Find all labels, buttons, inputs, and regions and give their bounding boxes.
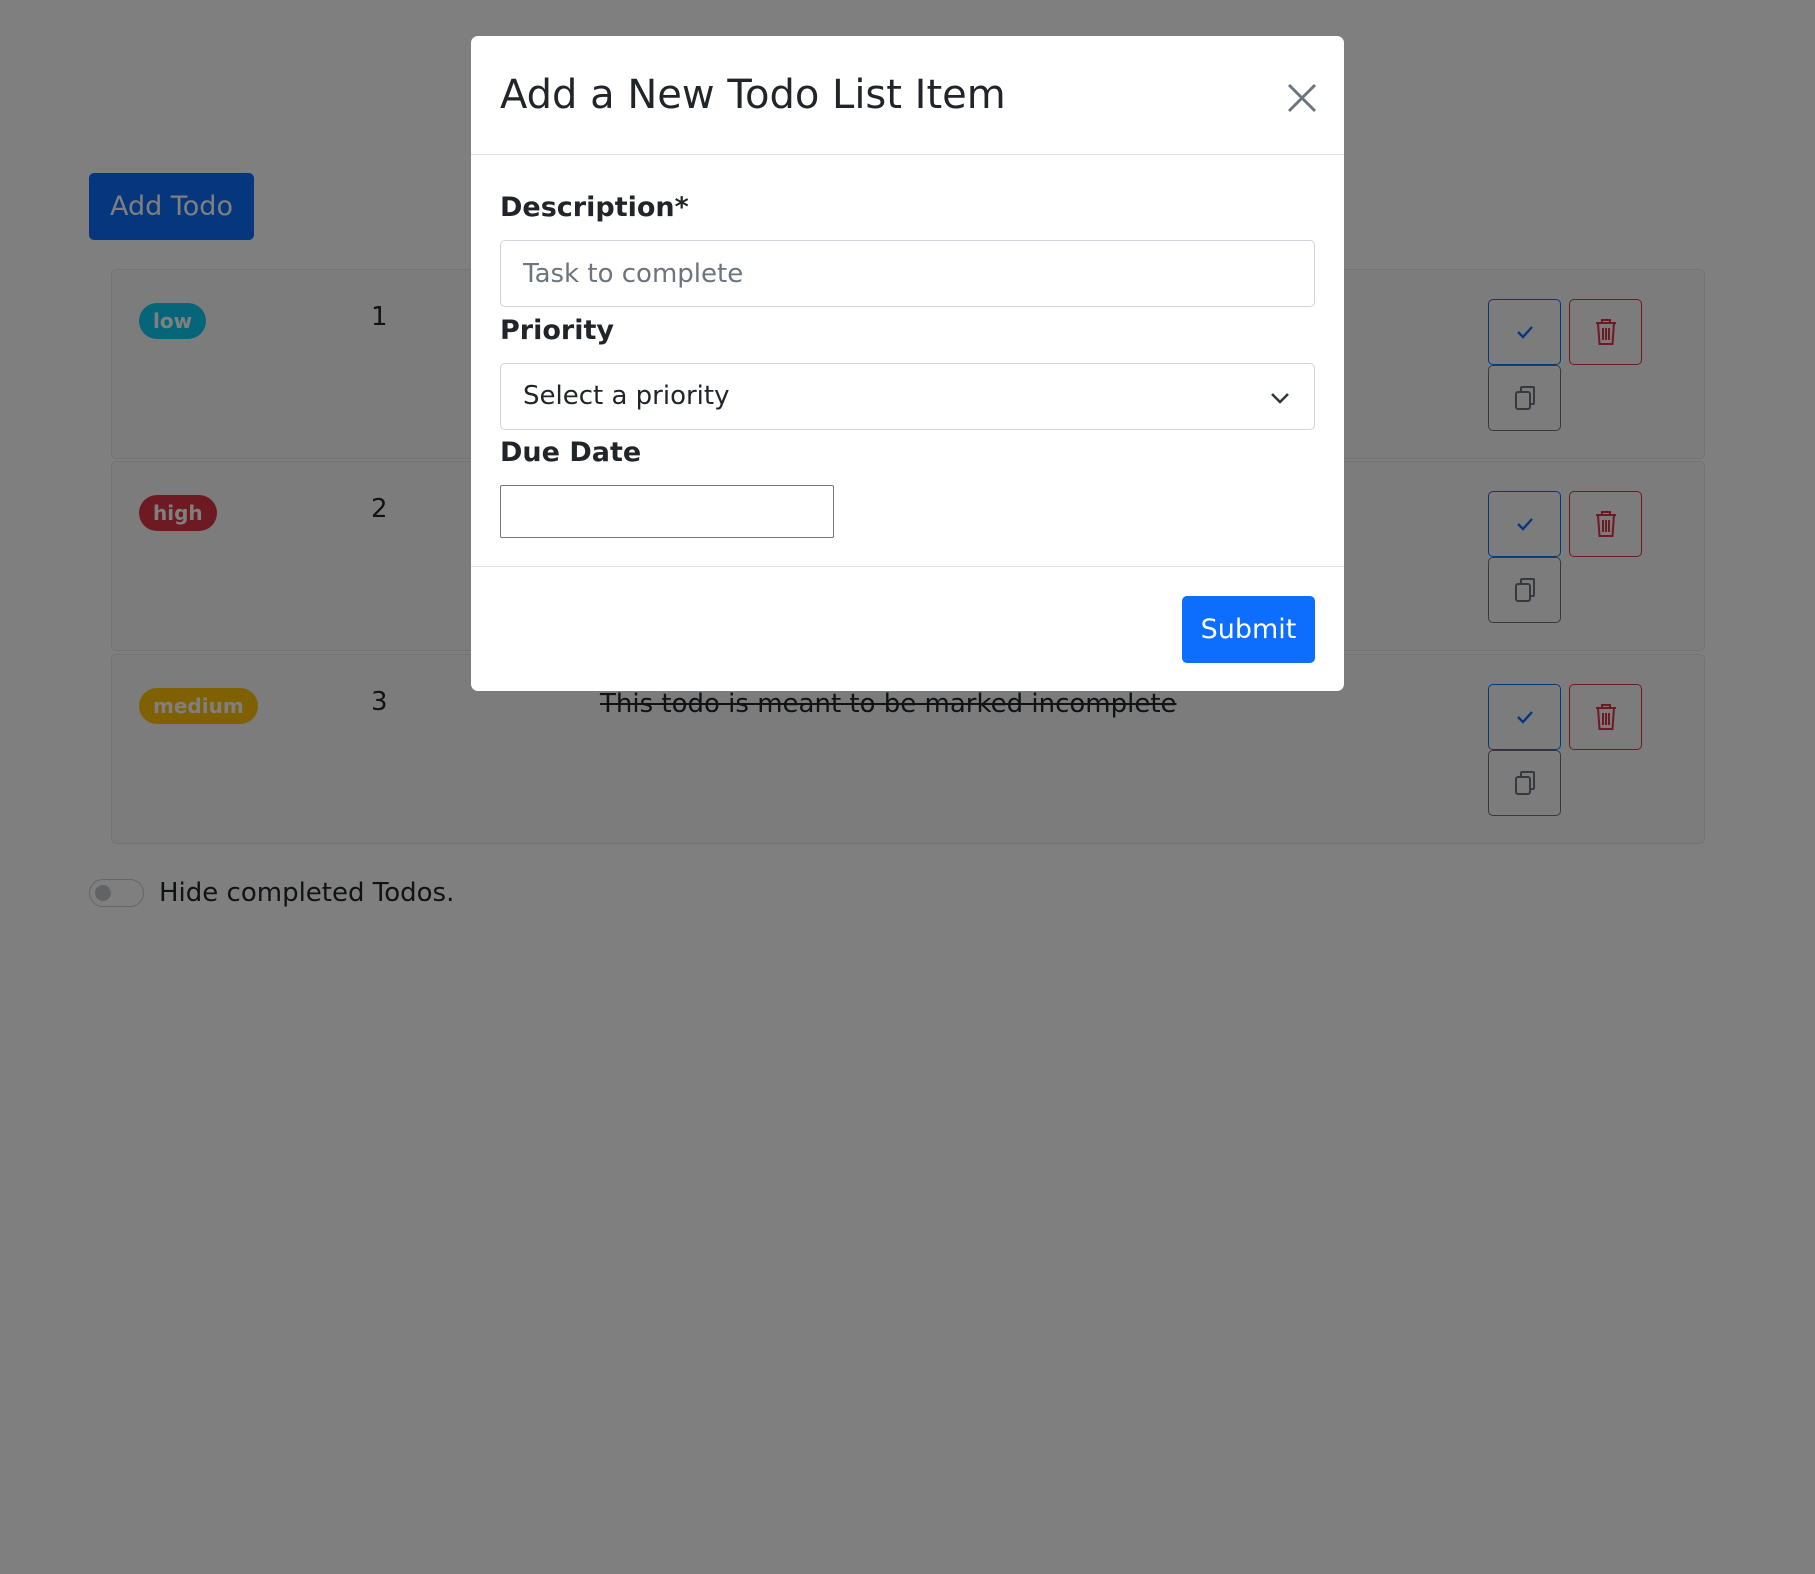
description-label: Description* [500,192,689,223]
submit-button[interactable]: Submit [1182,596,1315,663]
close-icon [1287,83,1317,113]
priority-label: Priority [500,315,614,346]
priority-select-value: Select a priority [523,381,730,411]
chevron-down-icon [1271,393,1289,404]
priority-select[interactable]: Select a priority [500,363,1315,430]
due-date-input[interactable] [500,485,834,538]
description-input[interactable] [500,240,1315,307]
close-button[interactable] [1282,78,1322,118]
due-date-label: Due Date [500,437,642,468]
modal-footer: Submit [471,566,1344,691]
add-todo-modal: Add a New Todo List Item Description* Pr… [471,36,1344,691]
modal-title: Add a New Todo List Item [500,72,1006,118]
modal-header: Add a New Todo List Item [471,36,1344,155]
